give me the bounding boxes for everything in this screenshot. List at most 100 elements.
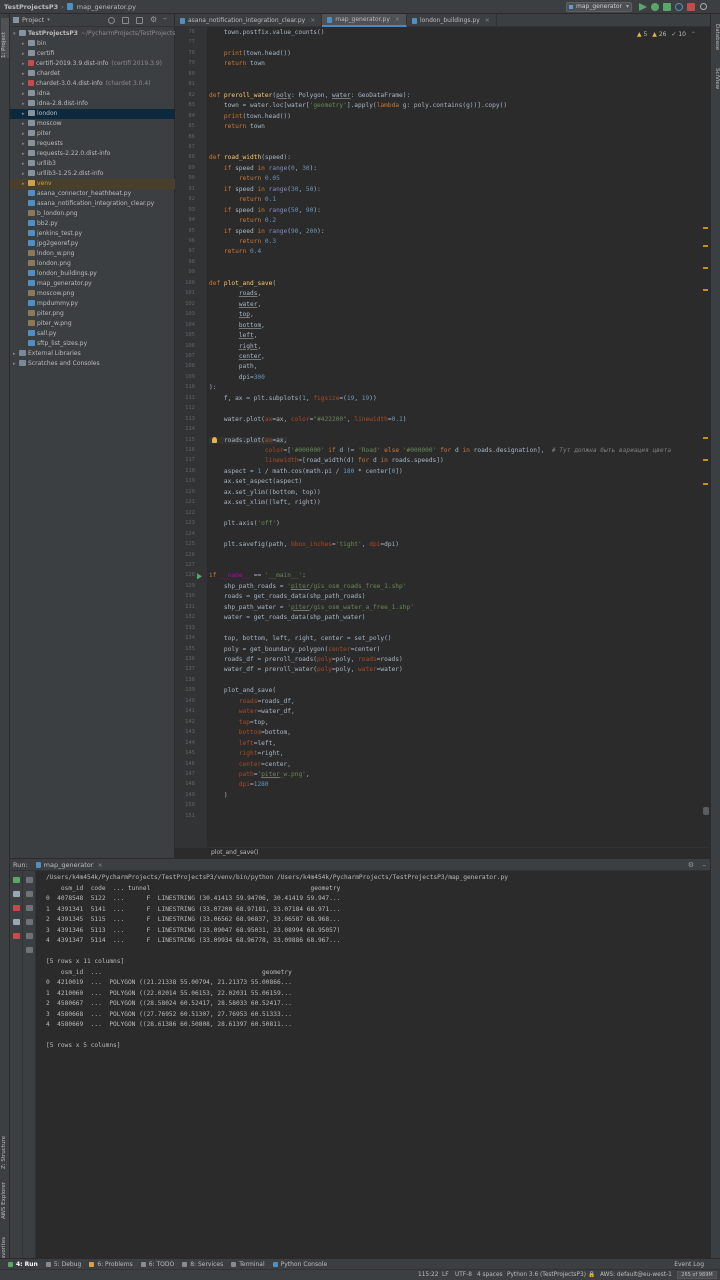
editor-scrollbar[interactable] — [702, 27, 710, 847]
tree-item[interactable]: ▸ certifi — [10, 49, 175, 59]
code-line[interactable]: color=['#000000' if d != 'Road' else '#0… — [209, 447, 671, 454]
code-line[interactable]: water = get_roads_data(shp_path_water) — [209, 614, 366, 621]
tree-item[interactable]: ▸ piter — [10, 129, 175, 139]
tree-item[interactable]: asana_connector_heathbeat.py — [10, 189, 175, 199]
gear-icon[interactable]: ⚙ — [150, 15, 157, 24]
tree-item[interactable]: map_generator.py — [10, 279, 175, 289]
rerun-icon[interactable] — [675, 3, 683, 11]
code-line[interactable]: plt.savefig(path, bbox_inches='tight', d… — [209, 541, 399, 548]
code-line[interactable]: aspect = 1 / math.cos(math.pi / 180 * ce… — [209, 468, 403, 475]
tree-item[interactable]: ▾ TestProjectsP3 ~/PycharmProjects/TestPro… — [10, 29, 183, 39]
code-line[interactable]: left=left, — [209, 740, 276, 747]
tree-item[interactable]: ▸ urllib3 — [10, 159, 175, 169]
close-tab-icon[interactable]: × — [395, 16, 400, 23]
code-line[interactable]: return 0.05 — [209, 175, 280, 182]
code-line[interactable]: right, — [209, 343, 261, 350]
project-view-select[interactable]: Project — [22, 16, 44, 24]
code-line[interactable]: ): — [209, 384, 216, 391]
editor-tab[interactable]: map_generator.py × — [322, 14, 407, 27]
line-separator[interactable]: LF — [442, 1272, 449, 1278]
close-tab-icon[interactable]: × — [485, 17, 490, 24]
code-line[interactable]: top, bottom, left, right, center = set_p… — [209, 635, 392, 642]
code-line[interactable]: center, — [209, 353, 265, 360]
tree-item[interactable]: ▸ chardet-3.0.4.dist-info (chardet 3.0.4) — [10, 79, 175, 89]
code-line[interactable]: roads_df = preroll_roads(poly=poly, road… — [209, 656, 403, 663]
layout-icon[interactable] — [13, 919, 20, 925]
tree-item[interactable]: asana_notification_integration_clear.py — [10, 199, 175, 209]
scroll-to-end-icon[interactable] — [26, 919, 33, 925]
inspection-widget[interactable]: ▲ 5 ▲ 26 ✓ 10 ⌃ — [637, 31, 696, 38]
tree-item[interactable]: sall.py — [10, 329, 175, 339]
structure-tool-tab[interactable]: Z: Structure — [1, 1124, 9, 1169]
code-line[interactable]: if __name__ == '__main__': — [209, 572, 306, 579]
tree-item[interactable]: jenkins_test.py — [10, 229, 175, 239]
code-line[interactable]: return town — [209, 60, 265, 67]
tree-item[interactable]: ▸ requests — [10, 139, 175, 149]
code-line[interactable]: roads = get_roads_data(shp_path_roads) — [209, 593, 366, 600]
soft-wrap-icon[interactable] — [26, 905, 33, 911]
lock-icon[interactable]: 🔒 — [588, 1272, 595, 1278]
code-line[interactable]: top, — [209, 311, 254, 318]
code-line[interactable]: f, ax = plt.subplots(1, figsize=(19, 19)… — [209, 395, 377, 402]
code-line[interactable]: def road_width(speed): — [209, 154, 291, 161]
project-breadcrumb[interactable]: TestProjectsP3 — [4, 3, 58, 11]
chevron-up-icon[interactable]: ⌃ — [691, 31, 696, 38]
tree-item[interactable]: moscow.png — [10, 289, 175, 299]
code-line[interactable]: return 0.2 — [209, 217, 276, 224]
tree-item[interactable]: ▸ urllib3-1.25.2.dist-info — [10, 169, 175, 179]
aws-explorer-tool-tab[interactable]: AWS Explorer — [1, 1174, 9, 1219]
code-line[interactable]: ax.set_xlim((left, right)) — [209, 499, 321, 506]
coverage-icon[interactable] — [663, 3, 671, 11]
print-icon[interactable] — [26, 933, 33, 939]
close-tab-icon[interactable]: × — [310, 17, 315, 24]
code-line[interactable]: roads, — [209, 290, 261, 297]
stop-icon[interactable] — [687, 3, 695, 11]
code-line[interactable]: dpi=1280 — [209, 781, 269, 788]
code-line[interactable]: town = water.loc[water['geometry'].apply… — [209, 102, 507, 109]
code-line[interactable]: return 0.3 — [209, 238, 276, 245]
run-console[interactable]: /Users/k4m454k/PycharmProjects/TestProje… — [36, 871, 710, 1258]
scroll-thumb[interactable] — [703, 807, 709, 815]
code-line[interactable]: bottom=bottom, — [209, 729, 291, 736]
stop-icon[interactable] — [13, 905, 20, 911]
code-line[interactable]: roads=roads_df, — [209, 698, 295, 705]
code-line[interactable]: path='piter_w.png', — [209, 771, 310, 778]
tree-item[interactable]: bb2.py — [10, 219, 175, 229]
code-line[interactable]: path, — [209, 363, 258, 370]
file-breadcrumb[interactable]: map_generator.py — [77, 3, 136, 11]
code-line[interactable]: shp_path_roads = 'piter/gis_osm_roads_fr… — [209, 583, 407, 590]
pin-icon[interactable] — [13, 933, 20, 939]
code-line[interactable]: if speed in range(90, 200): — [209, 228, 325, 235]
code-line[interactable]: left, — [209, 332, 258, 339]
code-line[interactable]: def plot_and_save( — [209, 280, 276, 287]
tree-item[interactable]: london_buildings.py — [10, 269, 175, 279]
code-line[interactable]: plt.axis('off') — [209, 520, 280, 527]
code-line[interactable]: if speed in range(0, 30): — [209, 165, 317, 172]
tool-window-button[interactable]: Python Console — [272, 1261, 327, 1268]
editor-tab[interactable]: london_buildings.py × — [407, 14, 497, 27]
tree-item[interactable]: ▸ bin — [10, 39, 175, 49]
minimize-icon[interactable]: – — [703, 861, 707, 869]
code-line[interactable]: plot_and_save( — [209, 687, 276, 694]
code-line[interactable]: print(town.head()) — [209, 50, 291, 57]
code-line[interactable]: return town — [209, 123, 265, 130]
tree-item[interactable]: ▸ london — [10, 109, 175, 119]
tool-window-button[interactable]: 5: Debug — [45, 1261, 81, 1268]
tree-item[interactable]: ▸ idna-2.8.dist-info — [10, 99, 175, 109]
code-line[interactable]: ax.set_aspect(aspect) — [209, 478, 302, 485]
code-line[interactable]: def preroll_water(poly: Polygon, water: … — [209, 92, 410, 99]
code-line[interactable]: center=center, — [209, 761, 291, 768]
search-everywhere-icon[interactable] — [700, 3, 707, 10]
gear-icon[interactable]: ⚙ — [688, 861, 694, 869]
indent-setting[interactable]: 4 spaces — [477, 1272, 503, 1278]
close-icon[interactable]: × — [97, 861, 102, 869]
expand-all-icon[interactable] — [136, 17, 143, 24]
code-line[interactable]: water.plot(ax=ax, color="#422200", linew… — [209, 416, 407, 423]
debug-icon[interactable] — [651, 3, 659, 11]
tree-item[interactable]: ▸ chardet — [10, 69, 175, 79]
file-encoding[interactable]: UTF-8 — [455, 1272, 472, 1278]
code-line[interactable]: right=right, — [209, 750, 284, 757]
database-tool-tab[interactable]: Database — [712, 24, 720, 64]
code-line[interactable]: water=water_df, — [209, 708, 295, 715]
tool-window-button[interactable]: 6: Problems — [89, 1261, 133, 1268]
